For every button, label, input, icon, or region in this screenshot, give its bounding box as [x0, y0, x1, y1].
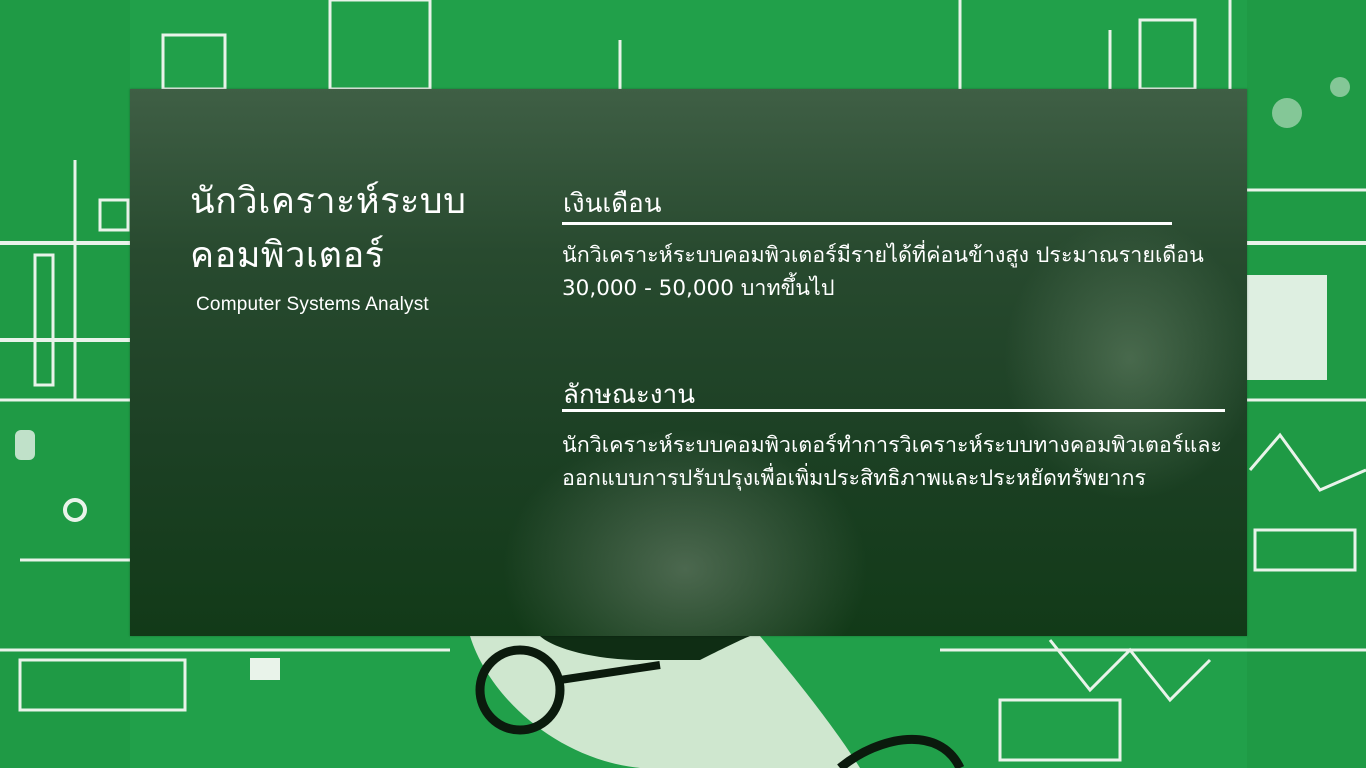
job-text: นักวิเคราะห์ระบบคอมพิวเตอร์ทำการวิเคราะห…: [562, 433, 1222, 491]
page-title: นักวิเคราะห์ระบบคอมพิวเตอร์: [190, 181, 467, 276]
job-divider: [562, 409, 1225, 412]
info-card: นักวิเคราะห์ระบบคอมพิวเตอร์ Computer Sys…: [130, 89, 1247, 636]
page-subtitle: Computer Systems Analyst: [196, 294, 429, 315]
salary-divider: [562, 222, 1172, 225]
salary-heading: เงินเดือน: [563, 189, 662, 219]
salary-text: นักวิเคราะห์ระบบคอมพิวเตอร์มีรายได้ที่ค่…: [562, 243, 1204, 301]
